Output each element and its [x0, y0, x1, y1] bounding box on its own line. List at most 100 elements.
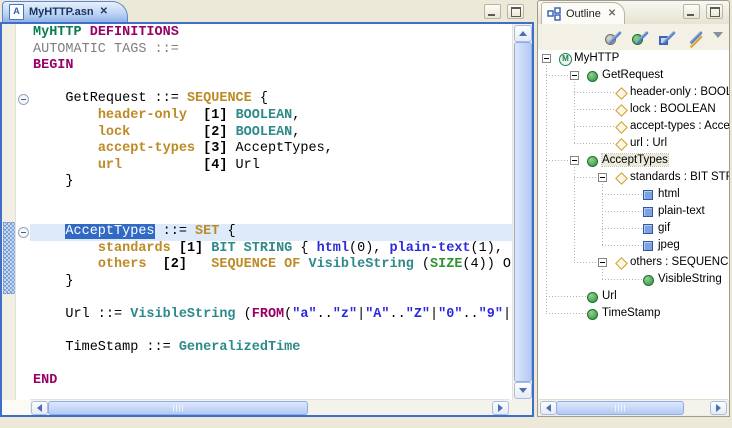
tree-expander-minus-icon[interactable] — [598, 173, 607, 182]
minimize-icon — [687, 14, 694, 16]
code-line[interactable] — [33, 75, 513, 92]
outline-horizontal-scrollbar[interactable] — [539, 399, 728, 415]
tree-item-url[interactable]: url : Url — [538, 135, 729, 152]
code-line[interactable] — [33, 208, 513, 225]
slash-icon — [687, 30, 701, 44]
tree-expander-minus-icon[interactable] — [598, 258, 607, 267]
code-token: [1] — [179, 241, 203, 256]
code-editor[interactable]: MyHTTP DEFINITIONSAUTOMATIC TAGS ::=BEGI… — [30, 24, 513, 400]
type-icon — [643, 275, 654, 286]
code-line[interactable]: url [4] Url — [33, 158, 513, 175]
code-token: standards — [98, 241, 171, 256]
collapse-minus-icon[interactable] — [18, 94, 29, 105]
code-line[interactable]: } — [33, 274, 513, 291]
minimize-button[interactable] — [484, 4, 501, 19]
type-icon — [587, 156, 598, 167]
tree-item-html[interactable]: html — [538, 186, 729, 203]
tree-item-getrequest[interactable]: GetRequest — [538, 67, 729, 84]
tree-item-lock[interactable]: lock : BOOLEAN — [538, 101, 729, 118]
scroll-up-button[interactable] — [514, 25, 532, 42]
code-line[interactable]: header-only [1] BOOLEAN, — [33, 108, 513, 125]
tree-item-plain-text[interactable]: plain-text — [538, 203, 729, 220]
tree-item-jpeg[interactable]: jpeg — [538, 237, 729, 254]
hide-gray-circle-filter-button[interactable] — [603, 28, 623, 46]
code-token: ( — [236, 307, 252, 322]
code-token — [130, 125, 203, 140]
code-token: ( — [414, 257, 430, 272]
enum-icon — [643, 207, 653, 217]
scroll-left-button[interactable] — [31, 401, 48, 415]
editor-horizontal-scrollbar[interactable] — [30, 399, 510, 415]
tree-connector-line — [602, 279, 643, 280]
code-token — [33, 257, 98, 272]
tree-item-gif[interactable]: gif — [538, 220, 729, 237]
editor-tab-myhttp[interactable]: A MyHTTP.asn ✕ — [2, 1, 128, 22]
scroll-left-button[interactable] — [540, 401, 557, 415]
code-token: "A" — [365, 307, 389, 322]
minimize-button[interactable] — [683, 4, 700, 19]
tree-expander-minus-icon[interactable] — [542, 54, 551, 63]
editor-vertical-scrollbar[interactable] — [512, 24, 532, 400]
close-icon[interactable]: ✕ — [100, 7, 108, 17]
outline-view-tab[interactable]: Outline ✕ — [541, 2, 625, 24]
tree-item-visiblestring[interactable]: VisibleString — [538, 271, 729, 288]
scroll-right-button[interactable] — [492, 401, 509, 415]
tree-expander-minus-icon[interactable] — [570, 71, 579, 80]
maximize-button[interactable] — [706, 4, 723, 19]
enum-icon — [643, 224, 653, 234]
code-line[interactable]: MyHTTP DEFINITIONS — [33, 25, 513, 42]
tree-connector-line — [602, 228, 643, 229]
close-icon[interactable]: ✕ — [608, 9, 616, 19]
maximize-button[interactable] — [507, 4, 524, 19]
outline-tree[interactable]: MMyHTTPGetRequestheader-only : BOOLEANlo… — [538, 50, 729, 400]
scrollbar-thumb[interactable] — [48, 401, 308, 415]
hide-blue-square-filter-button[interactable] — [657, 28, 677, 46]
tree-item-others[interactable]: others : SEQUENCE OF — [538, 254, 729, 271]
view-menu-dropdown-icon[interactable] — [713, 32, 723, 43]
folding-margin[interactable] — [15, 24, 31, 400]
collapse-minus-icon[interactable] — [18, 227, 29, 238]
code-token: { — [219, 224, 235, 239]
code-token: AUTOMATIC TAGS ::= — [33, 42, 179, 57]
code-text[interactable]: MyHTTP DEFINITIONSAUTOMATIC TAGS ::=BEGI… — [30, 24, 513, 390]
tree-expander-minus-icon[interactable] — [570, 156, 579, 165]
type-icon — [587, 292, 598, 303]
code-line[interactable]: lock [2] BOOLEAN, — [33, 125, 513, 142]
code-line[interactable]: standards [1] BIT STRING { html(0), plai… — [33, 241, 513, 258]
scrollbar-thumb[interactable] — [556, 401, 684, 415]
scroll-down-button[interactable] — [514, 382, 532, 399]
code-line[interactable] — [33, 357, 513, 374]
tree-item-timestamp[interactable]: TimeStamp — [538, 305, 729, 322]
tree-item-label: others : SEQUENCE OF — [630, 256, 729, 268]
code-line[interactable]: others [2] SEQUENCE OF VisibleString (SI… — [33, 257, 513, 274]
hide-green-circle-filter-button[interactable] — [630, 28, 650, 46]
code-line[interactable]: AUTOMATIC TAGS ::= — [33, 42, 513, 59]
scrollbar-thumb[interactable] — [514, 42, 532, 382]
hide-gold-slash-filter-button[interactable] — [684, 28, 704, 46]
code-line[interactable]: TimeStamp ::= GeneralizedTime — [33, 340, 513, 357]
code-line[interactable]: accept-types [3] AcceptTypes, — [33, 141, 513, 158]
code-line[interactable]: BEGIN — [33, 58, 513, 75]
tree-item-accept-types[interactable]: accept-types : AcceptTypes — [538, 118, 729, 135]
code-line[interactable]: GetRequest ::= SEQUENCE { — [33, 91, 513, 108]
annotation-ruler[interactable] — [2, 24, 15, 400]
scroll-right-button[interactable] — [710, 401, 727, 415]
tree-item-accepttypes[interactable]: AcceptTypes — [538, 152, 729, 169]
tree-item-url[interactable]: Url — [538, 288, 729, 305]
code-line[interactable]: Url ::= VisibleString (FROM("a".."z"|"A"… — [33, 307, 513, 324]
code-token: plain-text — [390, 241, 471, 256]
code-token: header-only — [98, 108, 187, 123]
field-icon — [615, 172, 628, 185]
code-line[interactable]: } — [33, 174, 513, 191]
code-line[interactable]: END — [33, 373, 513, 390]
code-line[interactable] — [33, 324, 513, 341]
code-line[interactable] — [33, 191, 513, 208]
tree-item-header-only[interactable]: header-only : BOOLEAN — [538, 84, 729, 101]
tree-item-standards[interactable]: standards : BIT STRING — [538, 169, 729, 186]
code-token — [227, 108, 235, 123]
tree-connector-line — [546, 313, 587, 314]
tree-item-label: html — [658, 188, 680, 200]
tree-item-myhttp[interactable]: MMyHTTP — [538, 50, 729, 67]
code-line[interactable]: AcceptTypes ::= SET { — [33, 224, 513, 241]
code-line[interactable] — [33, 291, 513, 308]
